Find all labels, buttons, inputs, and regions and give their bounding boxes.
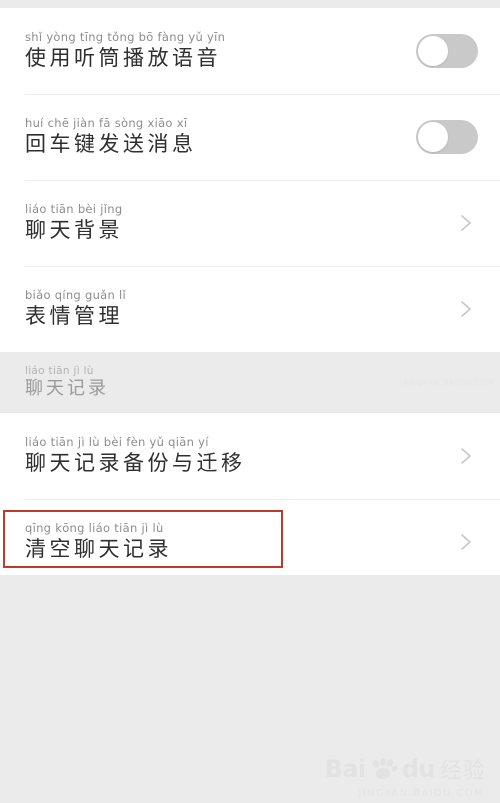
row-pinyin: liáo tiān jì lù bèi fèn yǔ qiān yí	[25, 435, 209, 449]
watermark-product-text: 经验	[439, 759, 486, 784]
row-label-block: shǐ yòng tīng tǒng bō fàng yǔ yīn 使用听筒播放…	[25, 31, 416, 71]
row-title: 使用听筒播放语音	[25, 46, 221, 70]
row-title: 表情管理	[25, 304, 123, 328]
watermark-brand-suffix: du	[401, 755, 436, 783]
row-label-block: biǎo qíng guǎn lǐ 表情管理	[25, 289, 454, 329]
settings-group-chat-history: liáo tiān jì lù bèi fèn yǔ qiān yí 聊天记录备…	[0, 413, 500, 575]
row-chat-background[interactable]: liáo tiān bèi jǐng 聊天背景	[0, 180, 500, 266]
row-pinyin: huí chē jiàn fā sòng xiāo xī	[25, 116, 188, 130]
row-pinyin: qīng kōng liáo tiān jì lù	[25, 521, 164, 535]
row-chat-history-backup-migrate[interactable]: liáo tiān jì lù bèi fèn yǔ qiān yí 聊天记录备…	[0, 413, 500, 499]
chevron-right-icon	[454, 530, 478, 554]
toggle-knob	[418, 36, 448, 66]
settings-screen: shǐ yòng tīng tǒng bō fàng yǔ yīn 使用听筒播放…	[0, 0, 500, 803]
chevron-right-icon	[454, 444, 478, 468]
row-title: 聊天背景	[25, 218, 123, 242]
row-use-earpiece-playback[interactable]: shǐ yòng tīng tǒng bō fàng yǔ yīn 使用听筒播放…	[0, 8, 500, 94]
watermark-small: JINGYAN.BAIDU.COM	[404, 378, 494, 387]
row-label-block: huí chē jiàn fā sòng xiāo xī 回车键发送消息	[25, 117, 416, 157]
chevron-right-icon	[454, 211, 478, 235]
row-label-block: qīng kōng liáo tiān jì lù 清空聊天记录	[25, 522, 454, 562]
watermark-baidu-jingyan: Bai du 经验	[325, 753, 487, 785]
top-spacer	[0, 0, 500, 8]
row-title: 聊天记录备份与迁移	[25, 451, 246, 475]
row-title: 清空聊天记录	[25, 537, 172, 561]
chevron-right-icon	[454, 297, 478, 321]
row-emoji-management[interactable]: biǎo qíng guǎn lǐ 表情管理	[0, 266, 500, 352]
toggle-knob	[418, 122, 448, 152]
row-pinyin: biǎo qíng guǎn lǐ	[25, 288, 127, 302]
row-label-block: liáo tiān bèi jǐng 聊天背景	[25, 203, 454, 243]
row-enter-key-send-message[interactable]: huí chē jiàn fā sòng xiāo xī 回车键发送消息	[0, 94, 500, 180]
row-pinyin: shǐ yòng tīng tǒng bō fàng yǔ yīn	[25, 30, 226, 44]
row-clear-chat-history[interactable]: qīng kōng liáo tiān jì lù 清空聊天记录	[0, 499, 500, 585]
row-label-block: liáo tiān jì lù bèi fèn yǔ qiān yí 聊天记录备…	[25, 436, 454, 476]
toggle-enter-key-send-message[interactable]	[416, 120, 478, 154]
settings-group-top: shǐ yòng tīng tǒng bō fàng yǔ yīn 使用听筒播放…	[0, 8, 500, 352]
section-header-pinyin: liáo tiān jì lù	[25, 365, 94, 377]
row-title: 回车键发送消息	[25, 132, 197, 156]
paw-print-icon	[371, 758, 399, 780]
toggle-use-earpiece-playback[interactable]	[416, 34, 478, 68]
watermark-domain-text: JINGYAN.BAIDU.COM	[358, 788, 484, 799]
watermark-brand-text: Bai	[324, 755, 367, 783]
row-pinyin: liáo tiān bèi jǐng	[25, 202, 123, 216]
